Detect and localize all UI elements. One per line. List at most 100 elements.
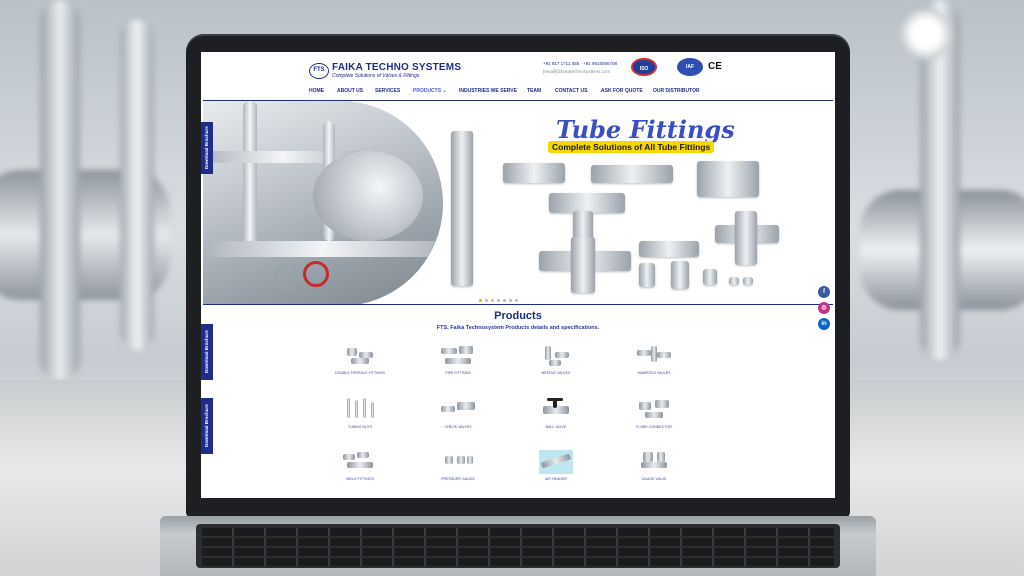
product-part (540, 453, 572, 469)
product-part (639, 402, 651, 410)
product-image (539, 398, 573, 422)
tee-fitting (549, 193, 625, 213)
hero-plant-photo (203, 101, 443, 304)
product-part (657, 452, 665, 462)
plant-pipe (203, 241, 443, 257)
bg-pipe-left-vertical (40, 0, 80, 380)
product-card[interactable]: TUBING NUTS (325, 398, 395, 438)
valve-wheel-icon (303, 261, 329, 287)
hero-slider[interactable]: Tube Fittings Complete Solutions of All … (203, 100, 833, 305)
slider-dot[interactable] (491, 299, 494, 302)
product-part (467, 456, 473, 464)
site-header: FTS FAIKA TECHNO SYSTEMS Complete Soluti… (201, 52, 835, 100)
product-card[interactable]: WELD FITTINGS (325, 450, 395, 490)
keyboard-row (202, 528, 834, 536)
nav-ask-for-quote[interactable]: ASK FOR QUOTE (601, 88, 643, 94)
nav-our-distributor[interactable]: OUR DISTRIBUTOR (653, 88, 700, 94)
contact-email[interactable]: [email]@faikatechnosystems.com (543, 69, 610, 74)
slider-dot[interactable] (485, 299, 488, 302)
download-brochure-tab[interactable]: Download Brochure (201, 398, 213, 454)
iso-cert-badge: ISO (631, 58, 657, 76)
nav-team[interactable]: TEAM (527, 88, 541, 94)
nav-services[interactable]: SERVICES (375, 88, 400, 94)
product-image (637, 344, 671, 368)
hero-subtitle: Complete Solutions of All Tube Fittings (548, 141, 715, 153)
contact-phone[interactable]: +91 917 1711 455 · +91 9615066708 (543, 61, 617, 66)
iaf-cert-badge: IAF (677, 58, 703, 76)
product-label: PIPE FITTINGS (445, 371, 471, 375)
brand-tagline: Complete Solutions of Valves & Fittings (332, 73, 420, 79)
nav-home[interactable]: HOME (309, 88, 324, 94)
product-part (445, 358, 471, 364)
product-part (643, 452, 653, 462)
bg-pipe-left-2 (120, 20, 154, 350)
product-image (539, 344, 573, 368)
slider-dot[interactable] (497, 299, 500, 302)
product-part (441, 348, 457, 354)
slider-dot[interactable] (509, 299, 512, 302)
plant-pipe (243, 101, 257, 251)
nut-fitting (703, 269, 717, 285)
product-part (355, 400, 358, 418)
product-card[interactable]: NEEDLE VALVES (521, 344, 591, 384)
union-fitting (451, 131, 473, 286)
reducer-fitting (639, 263, 655, 287)
slider-dot[interactable] (515, 299, 518, 302)
product-part (445, 456, 453, 464)
product-image (441, 398, 475, 422)
product-part (441, 406, 455, 412)
slider-dot[interactable] (479, 299, 482, 302)
download-brochure-tab[interactable]: Download Brochure (201, 122, 213, 174)
download-brochure-tab[interactable]: Download Brochure (201, 324, 213, 380)
product-image (637, 450, 671, 474)
product-card[interactable]: MANIFOLD VALVES (619, 344, 689, 384)
product-card[interactable]: DOUBLE FERRULE FITTINGS (325, 344, 395, 384)
product-image (343, 398, 377, 422)
product-label: GAUGE VALVE (641, 477, 667, 481)
product-image (343, 450, 377, 474)
elbow-fitting (503, 163, 565, 183)
adapter-fitting (639, 241, 699, 257)
product-part (549, 360, 561, 366)
facebook-icon[interactable]: f (818, 286, 830, 298)
laptop-keyboard (196, 524, 840, 568)
ce-cert-badge: CE (705, 58, 725, 76)
product-card[interactable]: CHECK VALVES (423, 398, 493, 438)
laptop-screen: FTS FAIKA TECHNO SYSTEMS Complete Soluti… (201, 52, 835, 498)
main-nav: HOME ABOUT US SERVICES PRODUCTS ⌄ INDUST… (201, 88, 835, 100)
slider-dot[interactable] (503, 299, 506, 302)
nav-about-us[interactable]: ABOUT US (337, 88, 363, 94)
ferrule-fitting (729, 277, 739, 285)
product-part (645, 412, 663, 418)
product-card[interactable]: GAUGE VALVE (619, 450, 689, 490)
product-image (441, 450, 475, 474)
product-card[interactable]: BALL VALVE (521, 398, 591, 438)
nav-contact-us[interactable]: CONTACT US (555, 88, 587, 94)
product-label: PRESSURE GAUGE (441, 477, 475, 481)
cross-fitting (735, 211, 757, 265)
product-part (641, 462, 667, 468)
elbow-fitting (697, 161, 759, 197)
product-image (343, 344, 377, 368)
brand-name[interactable]: FAIKA TECHNO SYSTEMS (332, 62, 461, 73)
reducer-fitting (671, 261, 689, 289)
keyboard-row (202, 548, 834, 556)
product-part (459, 346, 473, 354)
logo-badge[interactable]: FTS (309, 63, 329, 79)
product-image (637, 398, 671, 422)
product-part (351, 358, 369, 364)
product-label: CHECK VALVES (444, 425, 472, 429)
product-label: FLARE CONNECTOR (636, 425, 672, 429)
product-label: TUBING NUTS (347, 425, 373, 429)
product-label: DOUBLE FERRULE FITTINGS (335, 371, 385, 375)
nav-products[interactable]: PRODUCTS ⌄ (413, 88, 447, 94)
product-part (347, 462, 373, 468)
nav-industries[interactable]: INDUSTRIES WE SERVE (459, 88, 517, 94)
product-card[interactable]: AIR HEADER (521, 450, 591, 490)
product-card[interactable]: PIPE FITTINGS (423, 344, 493, 384)
product-label: BALL VALVE (545, 425, 567, 429)
product-part (371, 402, 374, 418)
product-card[interactable]: FLARE CONNECTOR (619, 398, 689, 438)
product-image (441, 344, 475, 368)
product-card[interactable]: PRESSURE GAUGE (423, 450, 493, 490)
